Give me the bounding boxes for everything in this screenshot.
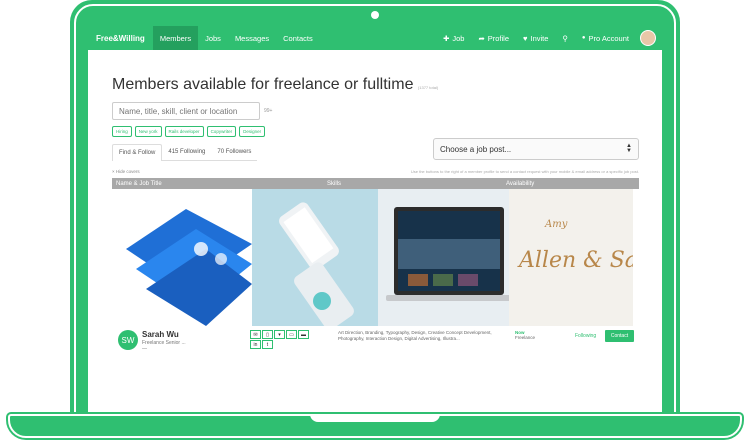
tab-find-follow[interactable]: Find & Follow [112, 144, 163, 161]
monitor-icon[interactable]: ▬ [298, 330, 309, 339]
member-info: Sarah Wu Freelance Senior ... — [142, 330, 186, 352]
member-availability: Now Freelance [515, 330, 535, 340]
contact-row-1: ✉ ▯ ▾ ▭ ▬ [250, 330, 309, 339]
member-skills: Art Direction, Branding, Typography, Des… [338, 330, 492, 341]
nav-jobs[interactable]: Jobs [198, 26, 228, 50]
chip-hiring[interactable]: Hiring [112, 126, 132, 137]
member-role: Freelance Senior ... [142, 340, 186, 346]
member-avatar[interactable]: SW [118, 330, 138, 350]
cover-image-laptop [378, 189, 509, 326]
contact-button[interactable]: Contact [605, 330, 634, 342]
top-nav: Free&Willing Members Jobs Messages Conta… [88, 26, 662, 50]
laptop-frame: Free&Willing Members Jobs Messages Conta… [0, 0, 750, 446]
member-dash: — [142, 346, 147, 352]
helper-row: × Hide covers Use the buttons to the rig… [112, 169, 639, 174]
tab-followers[interactable]: 70 Followers [211, 144, 258, 161]
chevron-down-icon[interactable]: ▾ [274, 330, 285, 339]
user-avatar[interactable] [640, 30, 656, 46]
nav-pro-account[interactable]: ● Pro Account [575, 34, 636, 43]
search-icon: ⚲ [562, 33, 568, 43]
chip-copywriter[interactable]: Copywriter [206, 126, 237, 137]
table-header: Name & Job Title Skills Availability [112, 178, 639, 189]
plus-icon: ✚ [443, 33, 450, 43]
nav-pro-account-label: Pro Account [588, 33, 629, 43]
job-post-select-label: Choose a job post... [440, 144, 512, 154]
cover-phones-art [279, 202, 354, 326]
member-count: (1377 total) [417, 85, 439, 90]
contact-row-2: in t [250, 340, 309, 349]
member-row[interactable]: SW Sarah Wu Freelance Senior ... — ✉ ▯ ▾… [112, 330, 639, 360]
mobile-icon[interactable]: ▯ [262, 330, 273, 339]
nav-invite[interactable]: ♥ Invite [516, 34, 555, 43]
nav-profile[interactable]: ➦ Profile [471, 34, 516, 43]
share-icon: ➦ [478, 33, 485, 43]
nav-messages[interactable]: Messages [228, 26, 276, 50]
nav-add-job-label: Job [452, 33, 465, 43]
laptop-notch [310, 414, 440, 422]
search-input[interactable] [112, 102, 260, 120]
tabs-row: Find & Follow 415 Following 70 Followers… [112, 138, 662, 161]
nav-members[interactable]: Members [152, 26, 199, 50]
cover-laptop-art [386, 207, 509, 301]
hide-covers-link[interactable]: × Hide covers [112, 169, 140, 174]
cover-image-lettering: Amy Allen & Sarah [509, 189, 633, 326]
brand-logo[interactable]: Free&Willing [88, 34, 153, 43]
heart-icon: ♥ [523, 33, 528, 43]
chip-designer[interactable]: Designer [239, 126, 266, 137]
search-hint: 99+ [264, 108, 273, 114]
search-row: 99+ [112, 102, 662, 120]
nav-search[interactable]: ⚲ [555, 34, 575, 43]
filter-chips: Hiring New york Rails developer Copywrit… [112, 126, 662, 137]
chip-rails-developer[interactable]: Rails developer [164, 126, 204, 137]
contact-buttons: ✉ ▯ ▾ ▭ ▬ in t [250, 330, 309, 349]
select-arrows-icon: ▲ ▼ [626, 143, 632, 154]
main-content: Members available for freelance or fullt… [88, 76, 662, 360]
cover-image-web-ui [116, 189, 252, 326]
availability-kind: Freelance [515, 335, 536, 340]
cover-image-phones [252, 189, 378, 326]
nav-add-job[interactable]: ✚ Job [436, 34, 471, 43]
screen: Free&Willing Members Jobs Messages Conta… [88, 26, 662, 416]
page-title: Members available for freelance or fullt… [112, 76, 662, 94]
helper-text: Use the buttons to the right of a member… [410, 169, 639, 174]
nav-invite-label: Invite [530, 33, 549, 43]
cover-lettering-top: Amy [544, 219, 568, 230]
cover-lettering-art: Amy Allen & Sarah [517, 219, 633, 273]
camera-icon [371, 11, 379, 19]
nav-profile-label: Profile [487, 33, 510, 43]
page-title-text: Members available for freelance or fullt… [112, 76, 414, 93]
dot-icon: ● [581, 35, 586, 41]
nav-contacts[interactable]: Contacts [276, 26, 320, 50]
cover-lettering-main: Allen & Sarah [517, 248, 633, 273]
chip-new-york[interactable]: New york [134, 126, 162, 137]
linkedin-icon[interactable]: in [250, 340, 261, 349]
email-icon[interactable]: ✉ [250, 330, 261, 339]
tab-following[interactable]: 415 Following [162, 144, 212, 161]
following-button[interactable]: Following [575, 333, 596, 339]
header-skills[interactable]: Skills [327, 181, 506, 187]
header-name[interactable]: Name & Job Title [112, 181, 327, 187]
document-icon[interactable]: ▭ [286, 330, 297, 339]
job-post-select[interactable]: Choose a job post... ▲ ▼ [433, 138, 639, 160]
member-name[interactable]: Sarah Wu [142, 330, 186, 339]
member-covers: Amy Allen & Sarah [116, 189, 633, 326]
twitter-icon[interactable]: t [262, 340, 273, 349]
cover-web-ui-art [126, 209, 252, 326]
header-availability[interactable]: Availability [506, 181, 639, 187]
